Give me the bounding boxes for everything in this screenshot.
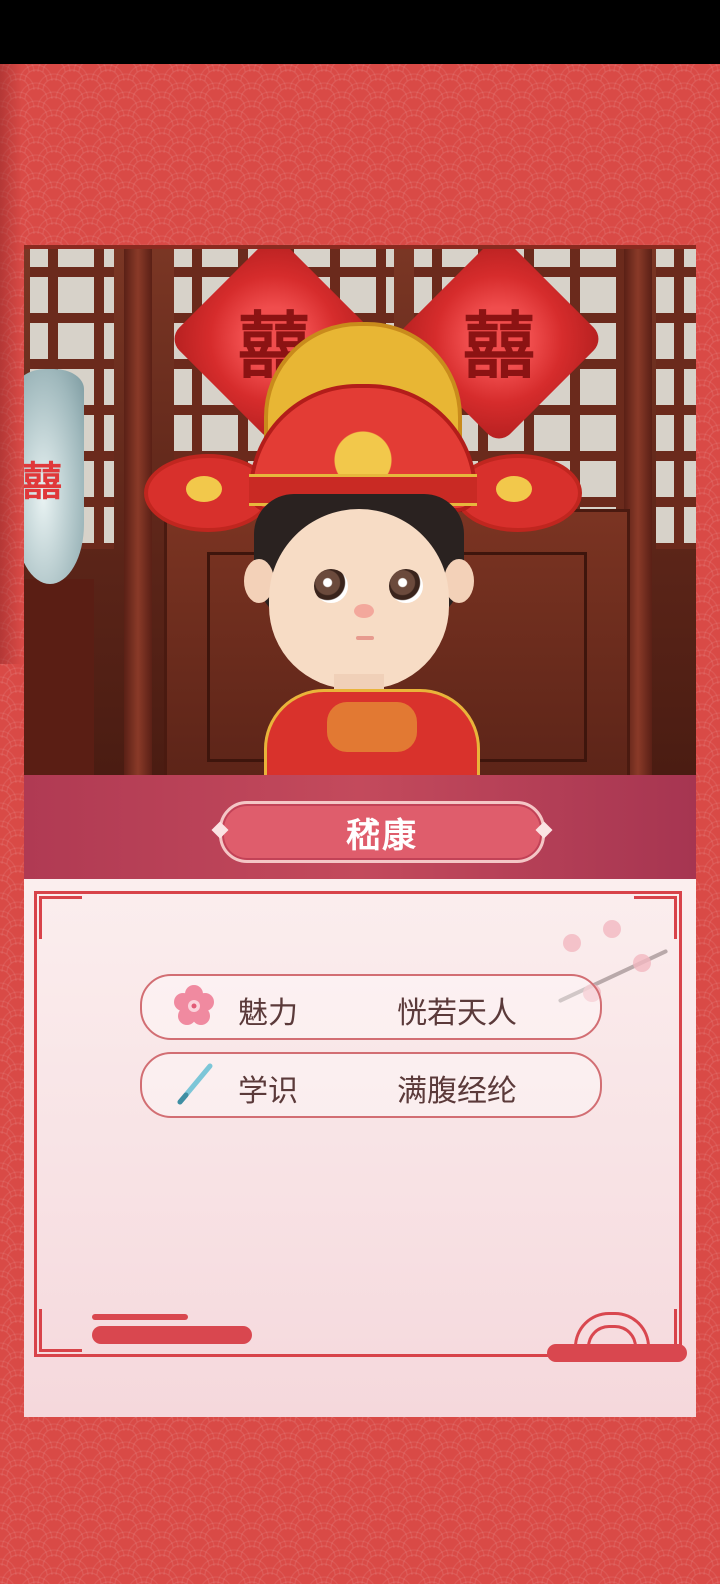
face	[269, 509, 449, 689]
stat-label: 魅力	[238, 996, 298, 1031]
nose	[354, 604, 374, 618]
eye-left	[314, 569, 348, 603]
stat-row-charm: 魅力 恍若天人	[140, 974, 602, 1040]
porcelain-vase: 囍	[24, 369, 84, 584]
status-bar	[0, 0, 720, 64]
frame-corner	[39, 896, 82, 939]
scroll-decoration	[547, 1344, 687, 1362]
brush-icon	[177, 1063, 213, 1105]
petal	[633, 954, 651, 972]
frame-corner	[39, 1309, 82, 1352]
stat-value: 恍若天人	[397, 996, 517, 1031]
character-avatar	[139, 314, 582, 779]
vase-stand	[24, 579, 94, 779]
character-scene: 囍 囍 囍	[24, 245, 696, 779]
stat-row-knowledge: 学识 满腹经纶	[140, 1052, 602, 1118]
eye-right	[389, 569, 423, 603]
petal	[603, 920, 621, 938]
double-happiness-glyph: 囍	[24, 459, 62, 505]
scroll-decoration	[92, 1326, 252, 1344]
name-banner: 嵇康	[24, 775, 696, 879]
wedding-robe	[264, 689, 480, 779]
info-panel: 魅力 恍若天人 学识 满腹经纶	[24, 879, 696, 1417]
side-edge-decoration	[0, 64, 22, 664]
plum-blossom-icon	[174, 985, 214, 1025]
stat-label: 学识	[238, 1074, 298, 1109]
character-name: 嵇康	[346, 815, 418, 856]
window-lattice	[656, 249, 696, 549]
name-plate: 嵇康	[219, 801, 545, 863]
scroll-decoration	[92, 1314, 188, 1320]
petal	[563, 934, 581, 952]
panel-frame: 魅力 恍若天人 学识 满腹经纶	[34, 891, 687, 1362]
mouth	[356, 636, 374, 640]
stat-value: 满腹经纶	[397, 1074, 517, 1109]
